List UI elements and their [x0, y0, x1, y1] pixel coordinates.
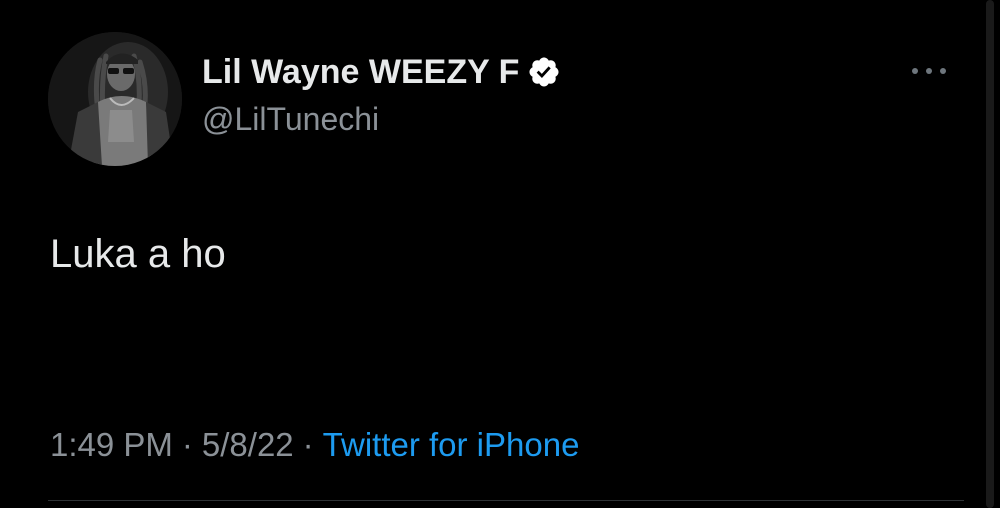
- author-avatar[interactable]: [48, 32, 182, 166]
- tweet-date[interactable]: 5/8/22: [202, 426, 294, 464]
- divider: [48, 500, 964, 501]
- author-name-row: Lil Wayne WEEZY F: [202, 52, 561, 92]
- dot: [940, 68, 946, 74]
- scrollbar[interactable]: [986, 0, 994, 508]
- tweet-source-link[interactable]: Twitter for iPhone: [323, 426, 580, 464]
- verified-badge-icon: [527, 55, 561, 89]
- author-handle[interactable]: @LilTunechi: [202, 101, 379, 138]
- dot: [912, 68, 918, 74]
- separator: ·: [302, 426, 314, 463]
- tweet-metadata: 1:49 PM · 5/8/22 · Twitter for iPhone: [50, 426, 579, 464]
- dot: [926, 68, 932, 74]
- tweet-detail: Lil Wayne WEEZY F @LilTunechi Luka a ho …: [0, 0, 1000, 508]
- separator: ·: [181, 426, 193, 463]
- tweet-time[interactable]: 1:49 PM: [50, 426, 173, 464]
- tweet-text: Luka a ho: [50, 232, 226, 276]
- author-display-name[interactable]: Lil Wayne WEEZY F: [202, 53, 519, 92]
- avatar-photo-icon: [48, 32, 182, 166]
- more-options-ellipsis-icon[interactable]: [912, 60, 946, 82]
